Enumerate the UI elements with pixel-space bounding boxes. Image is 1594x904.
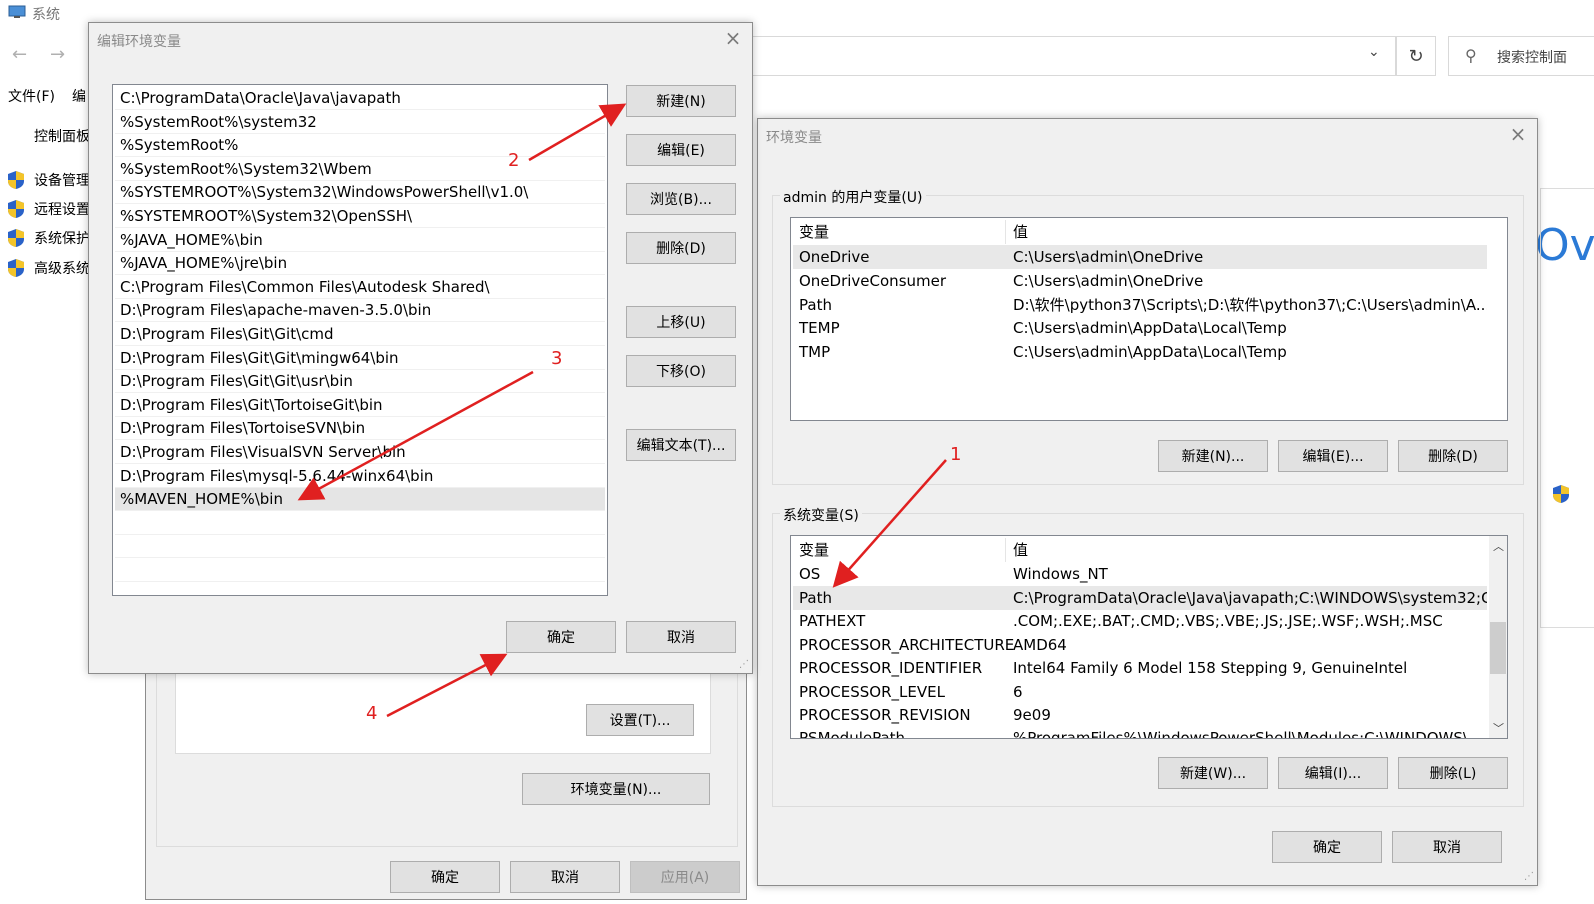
arrow-2 [528,103,627,162]
arrow-3 [297,370,534,501]
annotation-step-2: 2 [508,150,520,171]
annotation-step-3: 3 [551,348,563,369]
arrow-1 [832,459,947,588]
annotation-step-1: 1 [950,444,962,465]
annotation-arrows [297,103,947,718]
arrow-4 [386,653,508,718]
annotation-step-4: 4 [366,703,378,724]
